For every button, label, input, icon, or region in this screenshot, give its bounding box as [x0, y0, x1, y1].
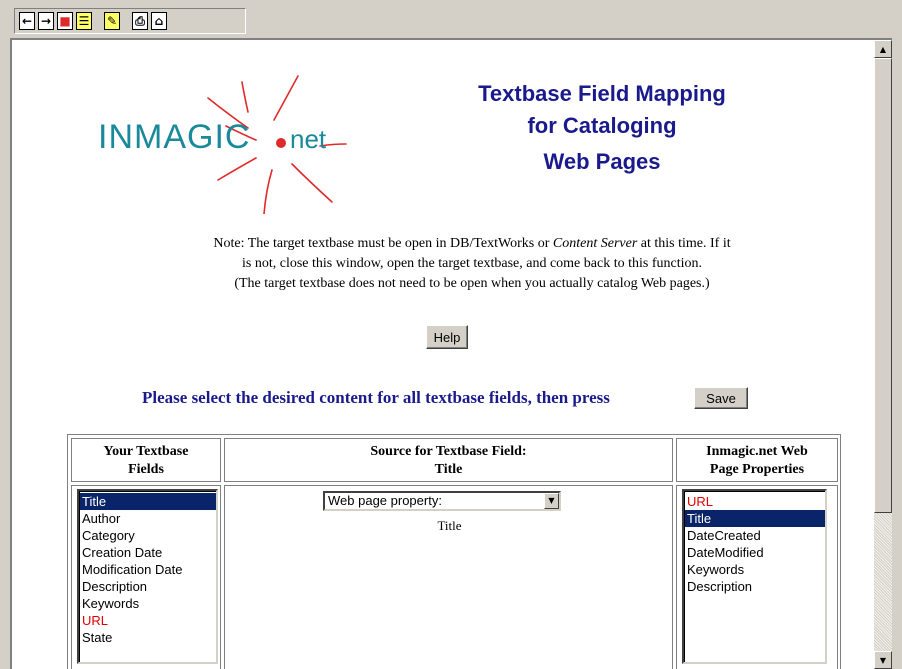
web-property-option[interactable]: Description: [685, 578, 825, 595]
header-line: Your Textbase: [103, 444, 189, 459]
scroll-up-arrow-icon[interactable]: ▲: [874, 40, 892, 58]
note-line-3: (The target textbase does not need to be…: [234, 276, 710, 291]
title-line-3: Web Pages: [543, 149, 661, 174]
logo-net-text: net: [290, 124, 327, 154]
header-line: Fields: [128, 462, 164, 477]
home-icon[interactable]: ⌂: [151, 12, 167, 30]
vertical-scrollbar[interactable]: ▲ ▼: [874, 40, 892, 669]
textbase-field-option[interactable]: State: [80, 629, 216, 646]
textbase-fields-cell: Title Author Category Creation Date Modifica…: [71, 485, 221, 669]
back-arrow-icon[interactable]: ←: [19, 12, 35, 30]
forward-arrow-icon[interactable]: →: [38, 12, 54, 30]
header-source-field: Source for Textbase Field: Title: [224, 438, 673, 482]
listbox-items: Title Author Category Creation Date Modifica…: [79, 491, 216, 662]
note-emphasis: Content Server: [552, 236, 638, 251]
note-line-1: Note: The target textbase must be open i…: [122, 234, 822, 254]
header-textbase-fields: Your Textbase Fields: [71, 438, 221, 482]
header-line: Title: [434, 462, 463, 477]
header-web-page-properties: Inmagic.net Web Page Properties: [676, 438, 838, 482]
note-line-2: is not, close this window, open the targ…: [242, 256, 702, 271]
edit-icon[interactable]: ✎: [104, 12, 120, 30]
header-line: Source for Textbase Field:: [370, 444, 527, 459]
note-text: Note: The target textbase must be open i…: [122, 234, 822, 294]
selected-property-text: Title: [437, 518, 462, 533]
web-property-option[interactable]: URL: [685, 493, 825, 510]
field-mapping-table: Your Textbase Fields Source for Textbase…: [67, 434, 841, 669]
inmagic-logo: INMAGIC net: [86, 64, 386, 214]
textbase-field-option[interactable]: Creation Date: [80, 544, 216, 561]
source-field-cell: Web page property: ▼ Title: [224, 485, 673, 669]
scroll-down-arrow-icon[interactable]: ▼: [874, 651, 892, 669]
title-line-1: Textbase Field Mapping: [478, 81, 726, 106]
source-type-value: Web page property:: [328, 493, 442, 508]
print-icon[interactable]: ⎙: [132, 12, 148, 30]
browser-viewport: INMAGIC net Textbase Field Mapping for C…: [10, 38, 892, 669]
scrollbar-thumb[interactable]: [874, 58, 892, 513]
logo-dot-icon: [276, 138, 286, 148]
note-part-2: at this time. If it: [637, 236, 731, 251]
web-property-option[interactable]: DateCreated: [685, 527, 825, 544]
header-line: Inmagic.net Web: [706, 444, 808, 459]
textbase-field-option[interactable]: Author: [80, 510, 216, 527]
source-type-select[interactable]: Web page property: ▼: [323, 491, 561, 511]
save-button[interactable]: Save: [694, 387, 748, 409]
web-page-properties-cell: URL Title DateCreated DateModified Keywords D…: [676, 485, 838, 669]
browser-toolbar: ← → ■ ☰ ✎ ⎙ ⌂: [0, 0, 902, 38]
web-property-option[interactable]: Title: [685, 510, 825, 527]
textbase-field-option[interactable]: Title: [80, 493, 216, 510]
textbase-field-option[interactable]: Modification Date: [80, 561, 216, 578]
textbase-field-option[interactable]: Keywords: [80, 595, 216, 612]
listbox-items: URL Title DateCreated DateModified Keywords D…: [684, 491, 825, 662]
help-button[interactable]: Help: [426, 325, 468, 349]
instruction-text: Please select the desired content for al…: [142, 388, 610, 407]
stop-icon[interactable]: ■: [57, 12, 73, 30]
textbase-field-option[interactable]: URL: [80, 612, 216, 629]
list-icon[interactable]: ☰: [76, 12, 92, 30]
textbase-fields-listbox[interactable]: Title Author Category Creation Date Modifica…: [77, 489, 218, 664]
toolbar-button-group: ← → ■ ☰ ✎ ⎙ ⌂: [14, 8, 246, 34]
header-line: Page Properties: [709, 462, 805, 477]
title-line-2: for Cataloging: [527, 113, 677, 138]
note-part-1: Note: The target textbase must be open i…: [213, 236, 553, 251]
logo-wordmark: INMAGIC: [98, 118, 251, 156]
web-page-properties-listbox[interactable]: URL Title DateCreated DateModified Keywords D…: [682, 489, 827, 664]
page-content: INMAGIC net Textbase Field Mapping for C…: [12, 40, 874, 669]
chevron-down-icon[interactable]: ▼: [544, 493, 559, 509]
web-property-option[interactable]: Keywords: [685, 561, 825, 578]
page-title: Textbase Field Mapping for Cataloging We…: [432, 78, 772, 178]
web-property-option[interactable]: DateModified: [685, 544, 825, 561]
textbase-field-option[interactable]: Category: [80, 527, 216, 544]
textbase-field-option[interactable]: Description: [80, 578, 216, 595]
